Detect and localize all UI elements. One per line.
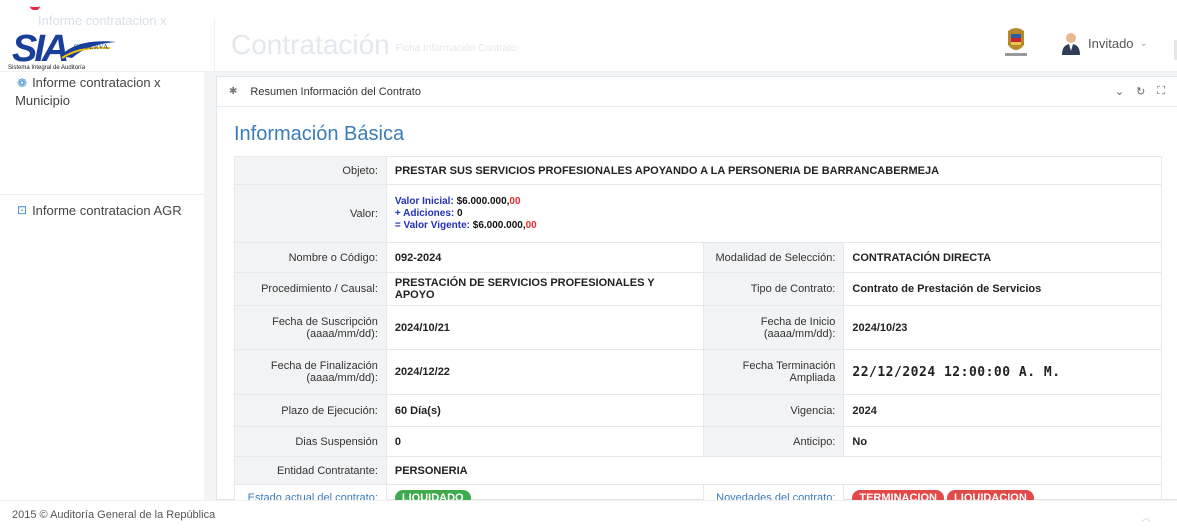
page-title: Contratación Ficha Información Contrato — [214, 18, 516, 72]
chevron-down-icon: ⌄ — [1139, 37, 1148, 49]
sidebar-item-label: Informe contratacion x Municipio — [15, 75, 161, 108]
table-row: Dias Suspensión 0 Anticipo: No — [234, 426, 1162, 457]
inbox-icon: ⊡ — [17, 203, 28, 217]
procedimiento-label: Procedimiento / Causal: — [234, 272, 387, 306]
suspension-value: 0 — [385, 426, 705, 457]
table-row: Procedimiento / Causal: PRESTACIÓN DE SE… — [234, 272, 1162, 306]
modalidad-value: CONTRATACIÓN DIRECTA — [843, 242, 1162, 273]
table-row: Fecha de Finalización (aaaa/mm/dd): 2024/… — [234, 349, 1162, 395]
terminacion-label: Fecha Terminación Ampliada — [703, 349, 845, 395]
table-row: Objeto: PRESTAR SUS SERVICIOS PROFESIONA… — [234, 156, 1163, 185]
vigencia-label: Vigencia: — [703, 394, 845, 427]
tipo-label: Tipo de Contrato: — [703, 272, 845, 306]
valor-vigente: = Valor Vigente: $6.000.000,00 — [394, 219, 537, 231]
ghost-accent — [30, 6, 40, 10]
scroll-top-icon[interactable]: ︿ — [1141, 509, 1151, 524]
anticipo-label: Anticipo: — [703, 426, 845, 457]
panel-tools: ⌄ ↻ ⛶ — [1115, 85, 1165, 98]
sidebar: ❁ Informe contratacion x Municipio ⊡ Inf… — [0, 72, 204, 500]
objeto-label: Objeto: — [234, 156, 387, 185]
plazo-value: 60 Día(s) — [385, 394, 705, 427]
main-content: ✱ Resumen Información del Contrato ⌄ ↻ ⛶… — [204, 72, 1177, 512]
inicio-value: 2024/10/23 — [843, 305, 1162, 350]
contract-panel: ✱ Resumen Información del Contrato ⌄ ↻ ⛶… — [216, 76, 1177, 512]
vigencia-value: 2024 — [843, 394, 1162, 427]
contract-info-table: Objeto: PRESTAR SUS SERVICIOS PROFESIONA… — [234, 156, 1163, 512]
logo-caption: Sistema Integral de Auditoría — [8, 65, 86, 71]
sidebar-item-informe-agr[interactable]: ⊡ Informe contratacion AGR — [0, 203, 204, 218]
modalidad-label: Modalidad de Selección: — [703, 242, 845, 273]
valor-label: Valor: — [234, 184, 387, 243]
user-avatar-icon — [1062, 33, 1080, 55]
section-title: Información Básica — [234, 123, 405, 145]
suscripcion-label: Fecha de Suscripción (aaaa/mm/dd): — [234, 305, 387, 350]
footer: 2015 © Auditoría General de la República… — [0, 500, 1177, 529]
inicio-label: Fecha de Inicio (aaaa/mm/dd): — [703, 305, 845, 350]
terminacion-value: 22/12/2024 12:00:00 A. M. — [843, 349, 1162, 395]
valor-value: Valor Inicial: $6.000.000,00 + Adiciones… — [385, 184, 1163, 243]
footer-copyright: 2015 © Auditoría General de la República — [12, 509, 216, 521]
page-title-sub: Ficha Información Contrato — [395, 42, 517, 54]
tipo-value: Contrato de Prestación de Servicios — [843, 272, 1162, 306]
gear-icon: ✱ — [229, 86, 238, 97]
finalizacion-label: Fecha de Finalización (aaaa/mm/dd): — [234, 349, 387, 395]
codigo-label: Nombre o Código: — [234, 242, 387, 273]
collapse-icon[interactable]: ⌄ — [1115, 85, 1124, 98]
coat-of-arms-icon — [1005, 28, 1027, 56]
procedimiento-value: PRESTACIÓN DE SERVICIOS PROFESIONALES Y … — [385, 272, 705, 306]
sia-logo[interactable]: SIA OBSERVA Sistema Integral de Auditorí… — [4, 14, 200, 72]
adiciones: + Adiciones: 0 — [394, 207, 463, 219]
finalizacion-value: 2024/12/22 — [385, 349, 705, 395]
suscripcion-value: 2024/10/21 — [385, 305, 705, 350]
valor-inicial: Valor Inicial: $6.000.000,00 — [394, 195, 521, 207]
anticipo-value: No — [843, 426, 1162, 457]
page-title-main: Contratación — [231, 29, 390, 60]
top-bar: Informe contratacion x SIA OBSERVA Siste… — [0, 0, 1177, 72]
entidad-value: PERSONERIA — [385, 456, 1163, 485]
table-row: Nombre o Código: 092-2024 Modalidad de S… — [234, 242, 1162, 273]
plazo-label: Plazo de Ejecución: — [234, 394, 387, 427]
table-row: Valor: Valor Inicial: $6.000.000,00 + Ad… — [234, 184, 1163, 243]
suspension-label: Dias Suspensión — [234, 426, 387, 457]
entidad-label: Entidad Contratante: — [234, 456, 387, 485]
fullscreen-icon[interactable]: ⛶ — [1157, 85, 1165, 98]
panel-header: ✱ Resumen Información del Contrato — [217, 77, 1177, 107]
panel-title: Resumen Información del Contrato — [250, 85, 421, 98]
reload-icon[interactable]: ↻ — [1136, 85, 1145, 98]
logo-subtitle: OBSERVA — [74, 43, 109, 51]
codigo-value: 092-2024 — [385, 242, 705, 273]
table-row: Plazo de Ejecución: 60 Día(s) Vigencia: … — [234, 394, 1162, 427]
table-row: Fecha de Suscripción (aaaa/mm/dd): 2024/1… — [234, 305, 1162, 350]
sidebar-item-label: Informe contratacion AGR — [32, 203, 182, 218]
objeto-value: PRESTAR SUS SERVICIOS PROFESIONALES APOY… — [385, 156, 1163, 185]
table-row: Entidad Contratante: PERSONERIA — [234, 456, 1163, 485]
sidebar-divider — [0, 194, 204, 195]
user-name: Invitado — [1088, 35, 1134, 51]
user-menu[interactable]: Invitado ⌄ — [1060, 31, 1148, 55]
sitemap-icon: ❁ — [17, 76, 28, 90]
sidebar-item-informe-municipio[interactable]: ❁ Informe contratacion x Municipio — [0, 74, 204, 110]
